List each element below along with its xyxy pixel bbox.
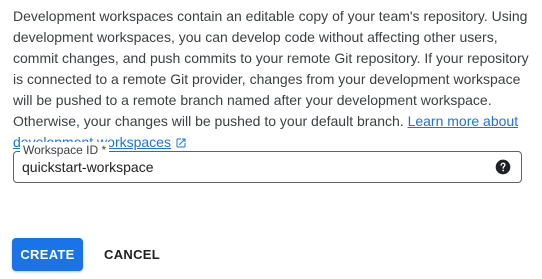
workspace-id-field[interactable]: Workspace ID * bbox=[13, 142, 522, 183]
workspace-description: Development workspaces contain an editab… bbox=[13, 6, 533, 153]
description-text: Development workspaces contain an editab… bbox=[13, 8, 529, 129]
cancel-button[interactable]: CANCEL bbox=[98, 238, 166, 271]
create-button[interactable]: CREATE bbox=[12, 238, 83, 271]
workspace-id-input[interactable] bbox=[22, 152, 487, 182]
help-circle-icon[interactable] bbox=[495, 159, 511, 175]
open-in-new-icon bbox=[176, 138, 186, 148]
